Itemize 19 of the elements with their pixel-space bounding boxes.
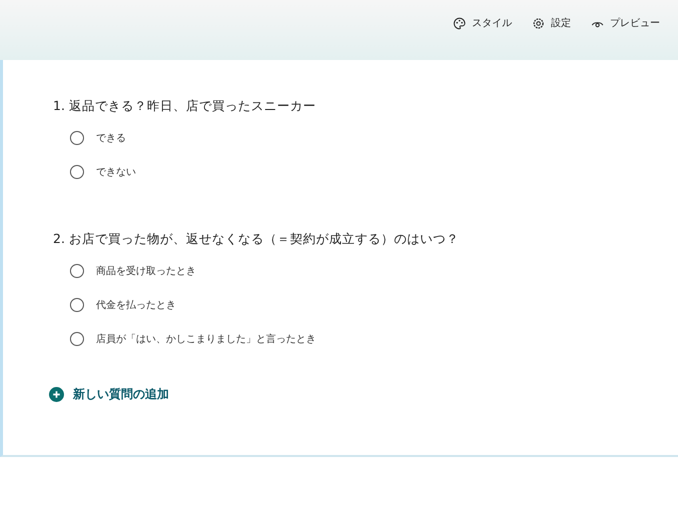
radio-button[interactable] [70, 165, 84, 179]
add-question-button[interactable]: 新しい質問の追加 [49, 386, 169, 403]
option-label: 商品を受け取ったとき [96, 264, 196, 278]
radio-button[interactable] [70, 264, 84, 278]
question-title: 1. 返品できる？昨日、店で買ったスニーカー [53, 98, 317, 115]
toolbar-button[interactable]: 設定 [532, 16, 571, 30]
radio-button[interactable] [70, 298, 84, 312]
toolbar-button[interactable]: プレビュー [591, 16, 660, 30]
option-label: 代金を払ったとき [96, 298, 176, 312]
plus-icon [49, 387, 64, 402]
toolbar-button[interactable]: スタイル [453, 16, 512, 30]
question-title: 2. お店で買った物が、返せなくなる（＝契約が成立する）のはいつ？ [53, 231, 460, 248]
palette-icon [453, 16, 466, 30]
radio-button[interactable] [70, 131, 84, 145]
option-label: できる [96, 132, 126, 145]
settings-icon [532, 16, 545, 30]
option-label: 店員が「はい、かしこまりました」と言ったとき [96, 332, 316, 346]
radio-button[interactable] [70, 332, 84, 346]
option-label: できない [96, 166, 136, 179]
